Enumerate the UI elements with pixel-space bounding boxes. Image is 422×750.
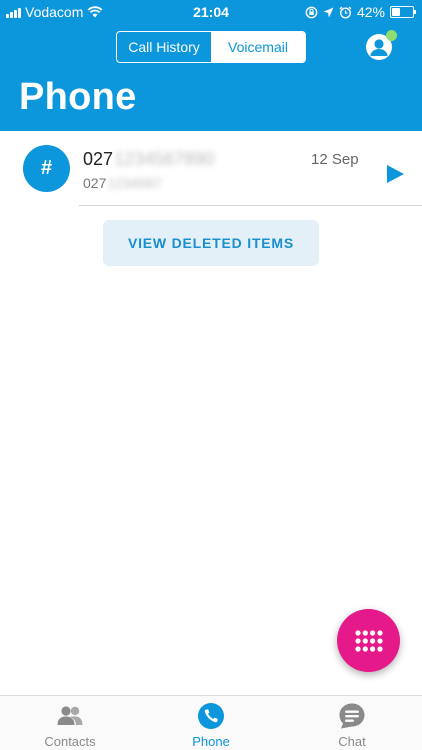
row-divider <box>79 205 422 206</box>
tab-chat-label: Chat <box>338 734 366 749</box>
number-redacted: 1234567890 <box>114 149 215 169</box>
play-voicemail-button[interactable] <box>384 163 406 185</box>
unknown-contact-avatar: # <box>23 145 70 192</box>
view-deleted-items-button[interactable]: VIEW DELETED ITEMS <box>103 220 319 266</box>
voicemail-subtitle: 027 1234567 <box>83 175 162 191</box>
segment-voicemail[interactable]: Voicemail <box>211 32 305 62</box>
tab-contacts-label: Contacts <box>44 734 96 749</box>
location-icon <box>323 7 334 17</box>
page-title: Phone <box>19 76 137 118</box>
tab-phone-label: Phone <box>192 734 230 749</box>
status-right: 42% <box>305 4 416 20</box>
dialpad-icon <box>355 630 383 652</box>
sub-prefix: 027 <box>83 175 107 191</box>
dialpad-fab[interactable] <box>337 609 400 672</box>
phone-screen: Vodacom 21:04 42% Call History Voicemail… <box>0 0 422 750</box>
history-voicemail-toggle: Call History Voicemail <box>116 31 306 63</box>
profile-button[interactable] <box>364 30 398 64</box>
number-prefix: 027 <box>83 149 114 169</box>
tab-contacts[interactable]: Contacts <box>0 696 140 750</box>
segment-call-history[interactable]: Call History <box>117 32 211 62</box>
alarm-icon <box>339 6 352 19</box>
tab-chat[interactable]: Chat <box>282 696 422 750</box>
sub-redacted: 1234567 <box>107 175 162 191</box>
contacts-icon <box>57 706 83 725</box>
rotation-lock-icon <box>305 6 318 18</box>
tab-bar: Contacts Phone Chat <box>0 695 422 750</box>
play-icon <box>387 165 404 183</box>
voicemail-date: 12 Sep <box>311 151 359 168</box>
presence-indicator <box>386 30 397 41</box>
voicemail-number: 027 1234567890 <box>83 149 214 170</box>
header: Vodacom 21:04 42% Call History Voicemail… <box>0 0 422 131</box>
status-bar: Vodacom 21:04 42% <box>0 0 422 24</box>
tab-phone[interactable]: Phone <box>141 696 281 750</box>
voicemail-row[interactable]: # 027 1234567890 027 1234567 12 Sep <box>0 131 422 207</box>
chat-icon <box>339 703 365 729</box>
phone-icon <box>198 703 224 729</box>
battery-icon <box>390 6 416 18</box>
battery-percent: 42% <box>356 4 385 20</box>
